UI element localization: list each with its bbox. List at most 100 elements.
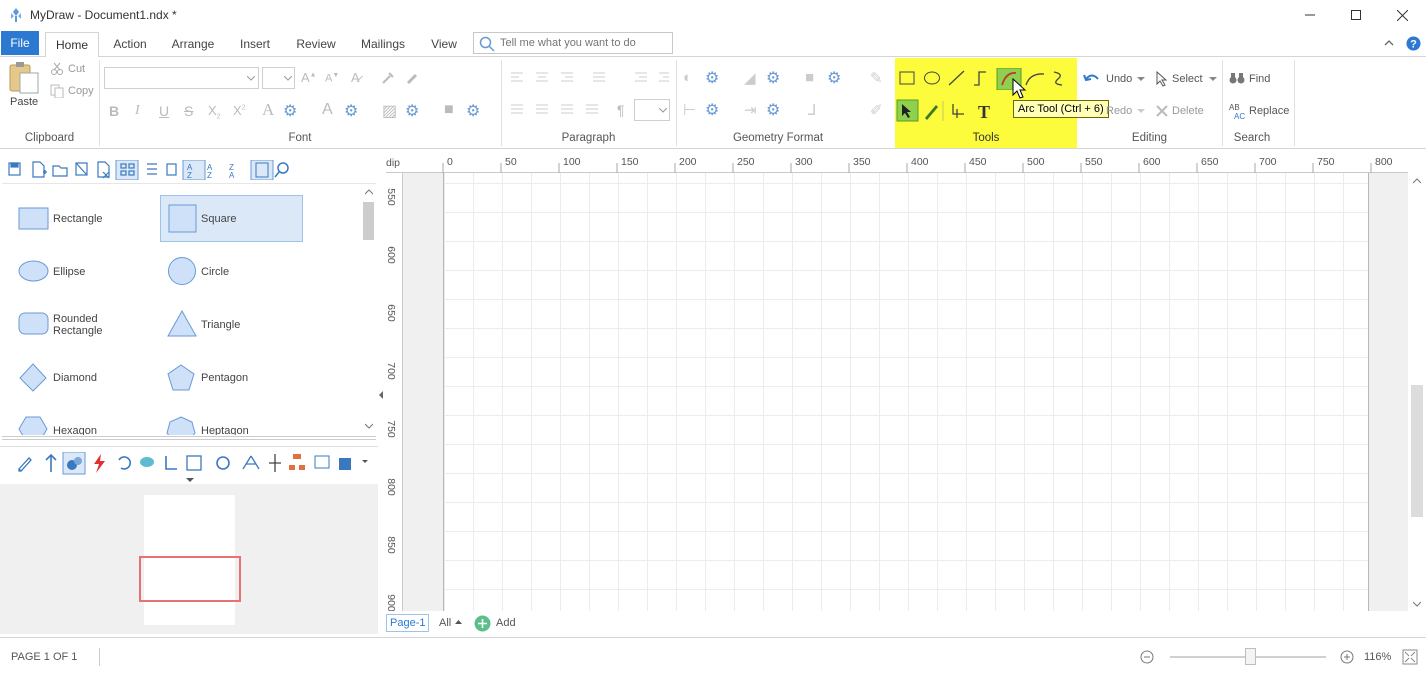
page-tab[interactable]: Page-1 xyxy=(386,614,430,632)
shadow-icon[interactable]: ■ xyxy=(805,69,814,86)
scroll-up-icon[interactable] xyxy=(365,189,373,195)
line-icon[interactable]: ◢ xyxy=(744,69,756,87)
gear-icon[interactable]: ⚙ xyxy=(405,101,419,121)
scroll-down-icon[interactable] xyxy=(1413,601,1421,607)
align-icon[interactable]: ⊢ xyxy=(683,101,696,119)
navigator-viewport-frame[interactable] xyxy=(139,556,241,602)
tab-view[interactable]: View xyxy=(422,32,466,57)
zoom-in-icon[interactable] xyxy=(1340,650,1354,664)
brush-icon[interactable] xyxy=(405,70,421,86)
line-tool-icon[interactable] xyxy=(946,68,966,90)
tell-me-input[interactable] xyxy=(500,35,668,51)
fill-icon[interactable]: ◐ xyxy=(683,69,692,86)
help-icon[interactable]: ? xyxy=(1406,36,1421,51)
shapes-scrollbar[interactable] xyxy=(362,184,376,434)
text-effect-icon[interactable]: A xyxy=(322,101,333,119)
undo-button[interactable]: Undo xyxy=(1106,73,1132,85)
tab-file[interactable]: File xyxy=(1,31,39,55)
collapse-ribbon-icon[interactable] xyxy=(1384,39,1394,47)
font-family-select[interactable] xyxy=(104,67,259,89)
chevron-down-icon[interactable] xyxy=(1137,109,1145,114)
underline-icon[interactable]: U xyxy=(159,103,169,119)
text-shadow-icon[interactable]: ■ xyxy=(444,101,454,119)
tab-arrange[interactable]: Arrange xyxy=(164,32,222,57)
strikethrough-icon[interactable]: S xyxy=(184,103,193,119)
hexagon-shape-icon[interactable] xyxy=(18,415,48,435)
tab-mailings[interactable]: Mailings xyxy=(354,32,412,57)
redo-button[interactable]: Redo xyxy=(1106,105,1132,117)
canvas-scrollbar[interactable] xyxy=(1408,173,1426,611)
pencil-tool-icon[interactable] xyxy=(922,99,942,123)
add-page-button[interactable]: Add xyxy=(496,617,516,629)
brush-icon[interactable]: ✐ xyxy=(870,101,883,119)
polyline-tool-icon[interactable] xyxy=(970,68,992,90)
select-button[interactable]: Select xyxy=(1172,73,1203,85)
zoom-slider-thumb[interactable] xyxy=(1245,648,1256,665)
text-outline-icon[interactable]: ▨ xyxy=(382,101,397,121)
all-pages-button[interactable]: All xyxy=(439,617,451,629)
grow-font-icon[interactable]: A▲ xyxy=(301,70,317,85)
tab-home[interactable]: Home xyxy=(45,32,99,58)
maximize-button[interactable] xyxy=(1333,0,1379,30)
minimize-button[interactable] xyxy=(1287,0,1333,30)
delete-button[interactable]: Delete xyxy=(1172,105,1204,117)
scroll-down-icon[interactable] xyxy=(365,423,373,429)
gear-icon[interactable]: ⚙ xyxy=(827,68,841,88)
cut-button[interactable]: Cut xyxy=(68,63,85,75)
shape-rounded-rectangle[interactable]: Rounded Rectangle xyxy=(12,301,155,348)
shape-ellipse[interactable]: Ellipse xyxy=(12,248,155,295)
close-button[interactable] xyxy=(1379,0,1425,30)
superscript-icon[interactable]: X2 xyxy=(233,103,246,118)
gear-icon[interactable]: ⚙ xyxy=(766,100,780,120)
gear-icon[interactable]: ⚙ xyxy=(466,101,480,121)
pointer-tool-icon[interactable] xyxy=(896,99,920,123)
bold-icon[interactable]: B xyxy=(109,103,119,119)
shape-heptagon-label[interactable]: Heptagon xyxy=(201,425,249,435)
drawing-page[interactable] xyxy=(443,173,1369,611)
distribute-icon[interactable]: ⇥ xyxy=(744,101,757,119)
add-icon[interactable] xyxy=(474,615,491,632)
ellipse-tool-icon[interactable] xyxy=(922,68,942,90)
scrollbar-thumb[interactable] xyxy=(363,202,374,240)
chevron-down-icon[interactable] xyxy=(186,478,194,483)
subscript-icon[interactable]: X2 xyxy=(208,103,221,121)
clear-format-icon[interactable]: A̷ xyxy=(351,70,360,85)
font-color-icon[interactable]: A xyxy=(262,100,274,120)
heptagon-shape-icon[interactable] xyxy=(166,415,196,435)
shape-hexagon-label[interactable]: Hexagon xyxy=(53,425,97,435)
shape-triangle[interactable]: Triangle xyxy=(160,301,303,348)
chevron-down-icon[interactable] xyxy=(1209,77,1217,82)
connector-tool-icon[interactable] xyxy=(950,99,970,123)
shape-diamond[interactable]: Diamond xyxy=(12,354,155,401)
scrollbar-thumb[interactable] xyxy=(1411,385,1423,517)
tab-action[interactable]: Action xyxy=(106,32,154,57)
paste-icon[interactable] xyxy=(8,61,40,95)
tab-insert[interactable]: Insert xyxy=(232,32,278,57)
format-painter-icon[interactable] xyxy=(380,70,396,86)
gear-icon[interactable]: ⚙ xyxy=(344,101,358,121)
tab-review[interactable]: Review xyxy=(288,32,344,57)
fit-to-window-icon[interactable] xyxy=(1402,649,1418,665)
italic-icon[interactable]: I xyxy=(135,103,140,119)
gear-icon[interactable]: ⚙ xyxy=(283,101,297,121)
text-tool-icon[interactable] xyxy=(975,99,997,123)
eyedropper-icon[interactable]: ✎ xyxy=(870,69,883,87)
spacing-select[interactable] xyxy=(634,99,670,121)
panel-splitter[interactable] xyxy=(2,436,376,440)
shape-square[interactable]: Square xyxy=(160,195,303,242)
collapse-panel-icon[interactable] xyxy=(378,391,384,399)
shape-pentagon[interactable]: Pentagon xyxy=(160,354,303,401)
zoom-out-icon[interactable] xyxy=(1140,650,1154,664)
rectangle-tool-icon[interactable] xyxy=(903,68,921,90)
paste-button[interactable]: Paste xyxy=(10,96,38,108)
gear-icon[interactable]: ⚙ xyxy=(766,68,780,88)
drawing-canvas[interactable] xyxy=(403,173,1408,611)
shape-rectangle[interactable]: Rectangle xyxy=(12,195,155,242)
shrink-font-icon[interactable]: A▼ xyxy=(325,72,339,85)
gear-icon[interactable]: ⚙ xyxy=(705,100,719,120)
gear-icon[interactable]: ⚙ xyxy=(705,68,719,88)
find-button[interactable]: Find xyxy=(1249,73,1270,85)
connector-icon[interactable]: ⅃ xyxy=(808,101,816,119)
tell-me-box[interactable] xyxy=(473,32,673,54)
copy-button[interactable]: Copy xyxy=(68,85,94,97)
